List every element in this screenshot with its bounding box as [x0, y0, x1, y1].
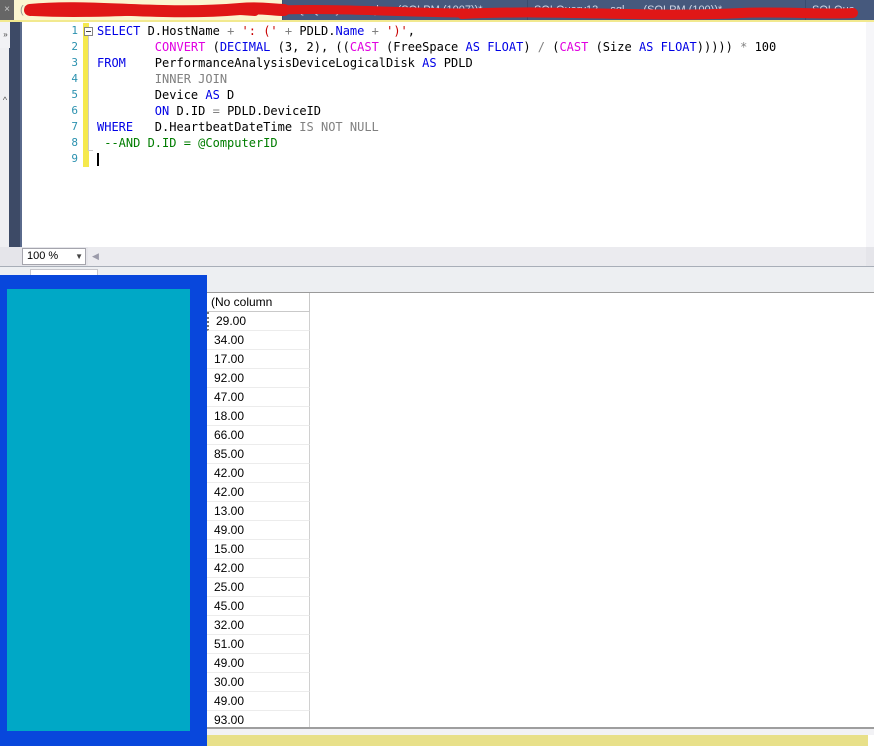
table-cell-value[interactable]: 13.00: [207, 502, 309, 520]
document-tabs: (SQLPM (101))* × SQLQuery11....sql - ...(S…: [14, 0, 874, 20]
table-cell-value[interactable]: 51.00: [207, 635, 309, 653]
fold-guide-line: [88, 36, 89, 150]
close-icon[interactable]: ×: [267, 0, 279, 20]
table-cell-value[interactable]: 92.00: [207, 369, 309, 387]
code-line-7: WHERE D.HeartbeatDateTime IS NOT NULL: [97, 120, 379, 134]
document-tab-2[interactable]: SQLQuery11....sql - ...(SQLPM (1007))*: [283, 0, 528, 20]
zoom-level-dropdown[interactable]: 100 % ▼: [22, 248, 86, 265]
table-cell-value[interactable]: 66.00: [207, 426, 309, 444]
line-number: 8: [71, 136, 78, 149]
redaction-rectangle-inner: [7, 289, 190, 731]
code-line-8: --AND D.ID = @ComputerID: [97, 136, 278, 150]
document-tab-bar: × (SQLPM (101))* × SQLQuery11....sql - ...…: [0, 0, 874, 20]
document-tab-1[interactable]: (SQLPM (101))* ×: [14, 0, 283, 20]
document-tab-4[interactable]: SQLQue: [806, 0, 874, 20]
document-tab-label: (SQLPM (101))*: [20, 4, 99, 16]
table-cell-value[interactable]: 30.00: [207, 673, 309, 691]
table-cell-value[interactable]: 49.00: [207, 654, 309, 672]
table-row[interactable]: 18.00: [207, 407, 310, 426]
grid-column-header[interactable]: (No column name): [207, 293, 310, 327]
code-line-1: SELECT D.HostName + ': (' + PDLD.Name + …: [97, 24, 416, 38]
table-cell-value[interactable]: 34.00: [207, 331, 309, 349]
table-cell-value[interactable]: 47.00: [207, 388, 309, 406]
chevron-down-icon: ▼: [75, 252, 83, 261]
text-caret: [97, 153, 99, 166]
table-row[interactable]: 17.00: [207, 350, 310, 369]
grid-rows: 29.00 34.00 17.00 92.00 47.00 18.00 66.00 85.00…: [207, 312, 310, 730]
line-number: 5: [71, 88, 78, 101]
table-cell-value[interactable]: 42.00: [207, 559, 309, 577]
table-cell-value[interactable]: 49.00: [207, 692, 309, 710]
table-cell-value[interactable]: 85.00: [207, 445, 309, 463]
table-cell-value[interactable]: 32.00: [207, 616, 309, 634]
table-row[interactable]: 45.00: [207, 597, 310, 616]
editor-margin-rail: [9, 22, 22, 275]
table-row[interactable]: 49.00: [207, 654, 310, 673]
status-bar-corner: [868, 735, 874, 746]
table-row[interactable]: 30.00: [207, 673, 310, 692]
line-number: 6: [71, 104, 78, 117]
table-row[interactable]: 51.00: [207, 635, 310, 654]
table-row[interactable]: 42.00: [207, 483, 310, 502]
line-number: 7: [71, 120, 78, 133]
table-cell-value[interactable]: 17.00: [207, 350, 309, 368]
ssms-window: × (SQLPM (101))* × SQLQuery11....sql - ...…: [0, 0, 874, 746]
table-row[interactable]: 42.00: [207, 559, 310, 578]
table-cell-value[interactable]: 42.00: [207, 464, 309, 482]
zoom-level-value: 100 %: [27, 250, 59, 262]
window-menu-icon[interactable]: ×: [0, 0, 14, 20]
table-row[interactable]: 49.00: [207, 692, 310, 711]
code-line-5: Device AS D: [97, 88, 235, 102]
sql-code-editor[interactable]: 1 2 3 4 5 6 7 8 9 SELECT D.HostName + ': (' + PD…: [22, 22, 866, 247]
table-cell-value[interactable]: 29.00: [209, 312, 309, 330]
table-cell-value[interactable]: 15.00: [207, 540, 309, 558]
line-number: 2: [71, 40, 78, 53]
table-row[interactable]: 42.00: [207, 464, 310, 483]
redaction-rectangle: [0, 275, 207, 746]
code-line-9: [97, 151, 776, 167]
table-row[interactable]: 47.00: [207, 388, 310, 407]
document-tab-label: SQLQuery11....sql - ...(SQLPM (1007))*: [289, 4, 483, 16]
table-row[interactable]: 34.00: [207, 331, 310, 350]
table-row[interactable]: 15.00: [207, 540, 310, 559]
line-number: 9: [71, 152, 78, 165]
code-line-3: FROM PerformanceAnalysisDeviceLogicalDis…: [97, 56, 473, 70]
sql-code-text: SELECT D.HostName + ': (' + PDLD.Name + …: [97, 23, 776, 167]
table-row[interactable]: 92.00: [207, 369, 310, 388]
document-tab-label: SQLQuery13....sql - ...(SQLPM (100))*: [534, 4, 723, 16]
table-cell-value[interactable]: 49.00: [207, 521, 309, 539]
table-row[interactable]: 13.00: [207, 502, 310, 521]
line-number-gutter: 1 2 3 4 5 6 7 8 9: [22, 23, 78, 167]
table-row[interactable]: 85.00: [207, 445, 310, 464]
table-cell-value[interactable]: 45.00: [207, 597, 309, 615]
line-number: 1: [71, 24, 78, 37]
table-row[interactable]: 29.00: [207, 312, 310, 331]
table-cell-value[interactable]: 18.00: [207, 407, 309, 425]
scroll-left-icon[interactable]: ◀: [92, 247, 99, 266]
expand-panel-icon[interactable]: »: [0, 22, 10, 48]
code-fold-collapse-icon[interactable]: [84, 27, 93, 36]
left-scroll-rail[interactable]: [0, 22, 9, 275]
line-number: 3: [71, 56, 78, 69]
code-line-6: ON D.ID = PDLD.DeviceID: [154, 104, 321, 118]
table-row[interactable]: 32.00: [207, 616, 310, 635]
scroll-up-icon[interactable]: ^: [0, 94, 10, 106]
document-tab-label: SQLQue: [812, 4, 855, 16]
table-row[interactable]: 25.00: [207, 578, 310, 597]
table-cell-value[interactable]: 42.00: [207, 483, 309, 501]
code-line-2: CONVERT (DECIMAL (3, 2), ((CAST (FreeSpa…: [154, 40, 777, 54]
line-number: 4: [71, 72, 78, 85]
editor-bottom-bar: 100 % ▼ ◀: [0, 247, 874, 266]
table-cell-value[interactable]: 25.00: [207, 578, 309, 596]
table-row[interactable]: 49.00: [207, 521, 310, 540]
code-line-4: INNER JOIN: [154, 72, 228, 86]
document-tab-3[interactable]: SQLQuery13....sql - ...(SQLPM (100))*: [528, 0, 806, 20]
fold-guide-foot: [88, 150, 93, 151]
table-row[interactable]: 66.00: [207, 426, 310, 445]
editor-vertical-scrollbar[interactable]: [866, 22, 874, 247]
editor-horizontal-scrollbar[interactable]: ◀: [88, 247, 866, 266]
